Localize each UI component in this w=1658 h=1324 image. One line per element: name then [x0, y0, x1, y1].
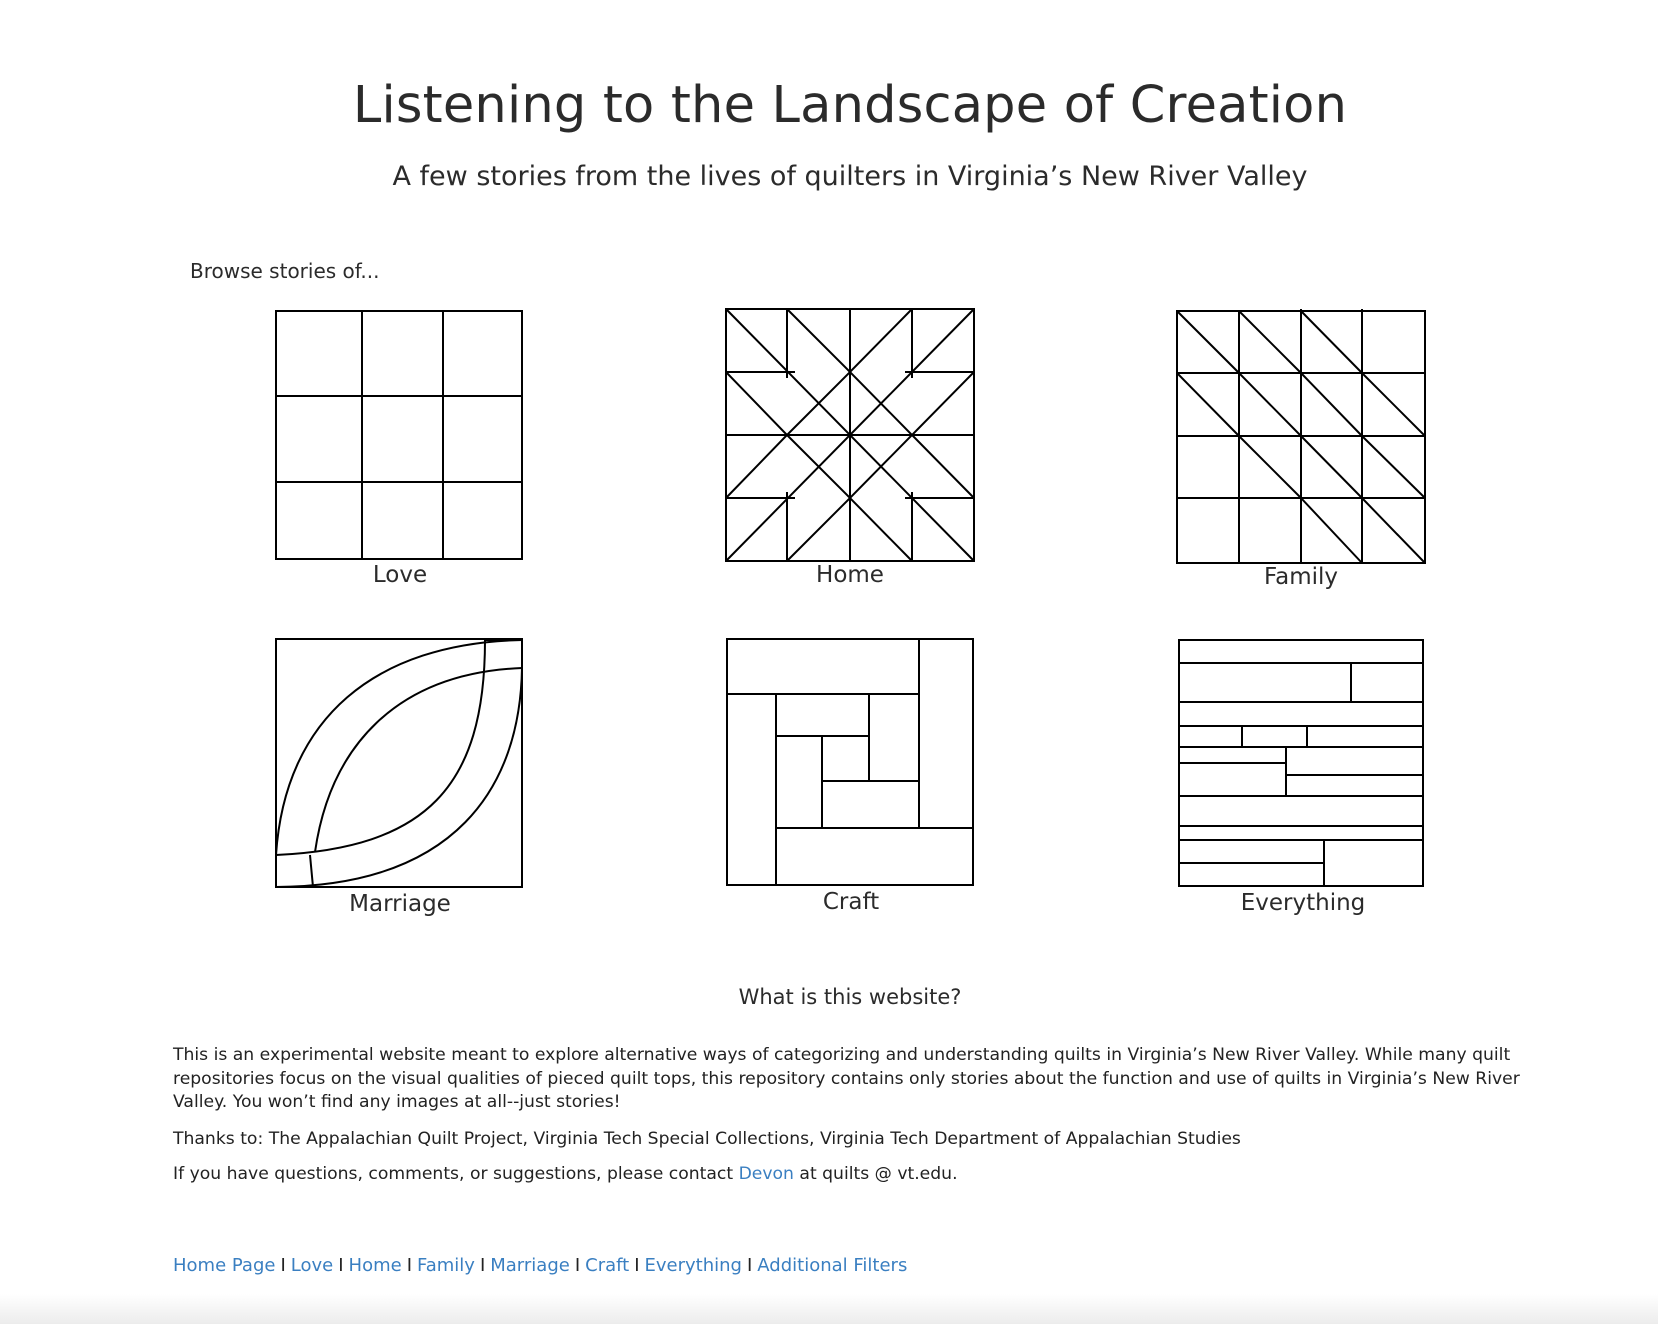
footer-separator: I — [634, 1255, 640, 1276]
footer-separator: I — [338, 1255, 344, 1276]
tile-label-craft: Craft — [822, 889, 880, 915]
window-bottom-edge — [0, 1294, 1658, 1324]
footer-link-home-page[interactable]: Home Page — [173, 1255, 275, 1276]
page-title: Listening to the Landscape of Creation — [352, 76, 1348, 135]
about-paragraph: This is an experimental website meant to… — [173, 1045, 1520, 1112]
footer-separator: I — [406, 1255, 413, 1276]
tile-family[interactable]: Family — [1176, 309, 1426, 597]
footer-link-additional-filters[interactable]: Additional Filters — [757, 1255, 907, 1276]
tile-marriage[interactable]: Marriage — [275, 638, 525, 923]
about-heading: What is this website? — [738, 985, 962, 1009]
contact-text: If you have questions, comments, or sugg… — [173, 1163, 1523, 1187]
strip-pieced-quilt-block-icon — [1178, 639, 1424, 887]
tile-craft[interactable]: Craft — [726, 638, 976, 923]
footer-link-love[interactable]: Love — [291, 1255, 333, 1276]
thanks-text: Thanks to: The Appalachian Quilt Project… — [173, 1129, 1241, 1149]
tile-love[interactable]: Love — [275, 310, 525, 595]
contact-link-devon[interactable]: Devon — [739, 1164, 794, 1184]
tile-label-home: Home — [816, 562, 884, 588]
browse-label: Browse stories of... — [190, 259, 380, 283]
footer-link-everything[interactable]: Everything — [645, 1255, 742, 1276]
footer-separator: I — [746, 1255, 753, 1276]
eight-point-star-quilt-block-icon — [725, 308, 975, 562]
tile-everything[interactable]: Everything — [1178, 639, 1428, 924]
tile-label-love: Love — [372, 562, 428, 588]
contact-text-before: If you have questions, comments, or sugg… — [173, 1164, 739, 1184]
log-cabin-quilt-block-icon — [726, 638, 974, 886]
footer-link-craft[interactable]: Craft — [585, 1255, 629, 1276]
footer-link-home[interactable]: Home — [349, 1255, 402, 1276]
tile-home[interactable]: Home — [725, 308, 975, 595]
half-square-triangles-quilt-block-icon — [1176, 309, 1426, 564]
footer-link-marriage[interactable]: Marriage — [490, 1255, 570, 1276]
tile-label-marriage: Marriage — [349, 891, 451, 917]
page-subtitle: A few stories from the lives of quilters… — [392, 161, 1308, 192]
footer-separator: I — [280, 1255, 286, 1276]
double-wedding-ring-quilt-block-icon — [275, 638, 523, 888]
tile-label-everything: Everything — [1240, 890, 1366, 916]
footer-nav: Home Page I Love I Home I Family I Marriage I Craf… — [173, 1255, 907, 1276]
nine-patch-quilt-block-icon — [275, 310, 523, 560]
footer-link-family[interactable]: Family — [417, 1255, 475, 1276]
contact-text-after: at quilts @ vt.edu. — [793, 1164, 958, 1184]
footer-separator: I — [479, 1255, 486, 1276]
tile-label-family: Family — [1263, 564, 1338, 590]
footer-separator: I — [574, 1255, 581, 1276]
